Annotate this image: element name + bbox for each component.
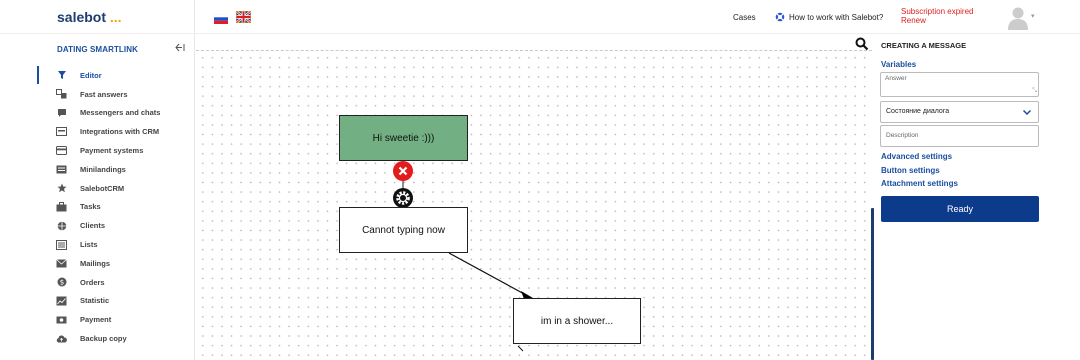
active-indicator — [37, 66, 39, 84]
sidebar-item-label: Fast answers — [80, 89, 128, 99]
sidebar-item-minilandings[interactable]: Minilandings — [0, 160, 195, 179]
cases-link[interactable]: Cases — [733, 13, 756, 22]
star-icon — [56, 183, 67, 194]
sidebar-item-salebotcrm[interactable]: SalebotCRM — [0, 179, 195, 198]
sidebar-item-label: Backup copy — [80, 334, 127, 344]
chat-icon — [56, 107, 67, 118]
filter-icon — [56, 70, 67, 81]
project-title: DATING SMARTLINK — [57, 45, 138, 54]
sidebar-item-label: Lists — [80, 240, 98, 250]
sidebar-item-label: Orders — [80, 277, 105, 287]
panel-title: CREATING A MESSAGE — [881, 41, 967, 50]
chevron-down-icon[interactable]: ▾ — [1031, 12, 1035, 20]
message-node-text: im in a shower... — [540, 315, 614, 327]
sidebar-item-mailings[interactable]: Mailings — [0, 254, 195, 273]
sidebar-item-label: Statistic — [80, 296, 110, 306]
dialog-state-select[interactable]: Состояние диалога — [880, 101, 1039, 123]
description-input[interactable]: Description — [880, 125, 1039, 147]
sidebar-item-label: Integrations with CRM — [80, 127, 160, 137]
translate-icon — [56, 89, 67, 100]
sidebar-item-label: SalebotCRM — [80, 183, 125, 193]
subscription-expired-text: Subscription expired — [901, 7, 974, 16]
button-settings-link[interactable]: Button settings — [881, 166, 940, 175]
cloud-upload-icon — [56, 333, 67, 344]
arrow-line — [448, 252, 527, 296]
chart-icon — [56, 295, 67, 306]
sidebar-item-payment[interactable]: Payment — [0, 310, 195, 329]
sidebar-item-label: Editor — [80, 70, 102, 80]
message-node-text: Hi sweetie :))) — [372, 132, 435, 144]
message-node[interactable]: Cannot typing now — [339, 207, 468, 253]
topbar: Cases How to work with Salebot? Subscrip… — [195, 0, 1080, 34]
briefcase-icon — [56, 201, 67, 212]
resize-handle-icon[interactable]: ⤡ — [1032, 88, 1037, 95]
flow-canvas[interactable]: Hi sweetie :))) Cannot typing now im in … — [196, 51, 872, 360]
sidebar-item-label: Payment — [80, 315, 112, 325]
globe-icon — [56, 220, 67, 231]
sidebar-item-clients[interactable]: Clients — [0, 216, 195, 235]
canvas-scrollbar[interactable] — [871, 208, 874, 360]
logo[interactable]: salebot ... — [57, 9, 122, 25]
sidebar-item-label: Clients — [80, 221, 106, 231]
message-node[interactable]: Hi sweetie :))) — [339, 115, 468, 161]
attachment-settings-link[interactable]: Attachment settings — [881, 179, 958, 188]
sidebar-item-label: Payment systems — [80, 146, 144, 156]
how-to-work-link[interactable]: How to work with Salebot? — [789, 13, 883, 22]
sidebar-item-crm-integrations[interactable]: Integrations with CRM — [0, 122, 195, 141]
chevron-down-icon — [1022, 107, 1032, 117]
sidebar-item-payment-systems[interactable]: Payment systems — [0, 141, 195, 160]
mail-icon — [56, 258, 67, 269]
arrow-line-bottom — [517, 345, 524, 352]
money-icon — [56, 314, 67, 325]
message-node[interactable]: im in a shower... — [513, 298, 641, 344]
ready-button[interactable]: Ready — [881, 196, 1039, 222]
credit-card-icon — [56, 145, 67, 156]
sidebar-item-lists[interactable]: Lists — [0, 235, 195, 254]
logo-text: salebot — [57, 9, 107, 25]
renew-link[interactable]: Renew — [901, 16, 973, 25]
russian-flag-icon[interactable] — [213, 11, 229, 24]
sidebar-item-label: Minilandings — [80, 164, 126, 174]
subscription-status[interactable]: Subscription expired Renew — [901, 7, 973, 25]
sidebar: salebot ... DATING SMARTLINK Editor Fast… — [0, 0, 195, 360]
app-root: salebot ... DATING SMARTLINK Editor Fast… — [0, 0, 1080, 360]
crm-icon — [56, 126, 67, 137]
help-lifebuoy-icon[interactable] — [775, 12, 785, 24]
dialog-state-value: Состояние диалога — [886, 108, 950, 115]
sidebar-item-label: Messengers and chats — [80, 108, 161, 118]
uk-flag-icon[interactable] — [235, 10, 252, 24]
sidebar-item-orders[interactable]: $ Orders — [0, 273, 195, 292]
delete-node-icon[interactable] — [393, 161, 413, 181]
dollar-icon: $ — [56, 277, 67, 288]
sidebar-item-messengers[interactable]: Messengers and chats — [0, 104, 195, 123]
gear-icon[interactable] — [393, 188, 413, 208]
description-placeholder: Description — [886, 132, 919, 139]
sidebar-item-fast-answers[interactable]: Fast answers — [0, 85, 195, 104]
avatar[interactable] — [1008, 6, 1028, 30]
answer-textarea[interactable]: Answer ⤡ — [880, 72, 1039, 97]
answer-placeholder: Answer — [885, 75, 907, 82]
svg-text:$: $ — [59, 279, 63, 287]
logo-dots: ... — [109, 9, 122, 25]
sidebar-item-label: Mailings — [80, 258, 111, 268]
sidebar-item-backup[interactable]: Backup copy — [0, 329, 195, 348]
collapse-sidebar-icon[interactable] — [175, 43, 185, 55]
divider — [0, 33, 195, 34]
sidebar-nav: Editor Fast answers Messengers and chats… — [0, 66, 195, 348]
sidebar-item-tasks[interactable]: Tasks — [0, 198, 195, 217]
sidebar-item-statistic[interactable]: Statistic — [0, 292, 195, 311]
sidebar-item-label: Tasks — [80, 202, 101, 212]
landing-icon — [56, 164, 67, 175]
message-node-text: Cannot typing now — [362, 224, 445, 236]
message-panel: CREATING A MESSAGE Variables Answer ⤡ Со… — [875, 34, 1080, 360]
advanced-settings-link[interactable]: Advanced settings — [881, 152, 952, 161]
search-icon[interactable] — [855, 37, 869, 51]
sidebar-item-editor[interactable]: Editor — [0, 66, 195, 85]
variables-link[interactable]: Variables — [881, 60, 916, 69]
list-icon — [56, 239, 67, 250]
